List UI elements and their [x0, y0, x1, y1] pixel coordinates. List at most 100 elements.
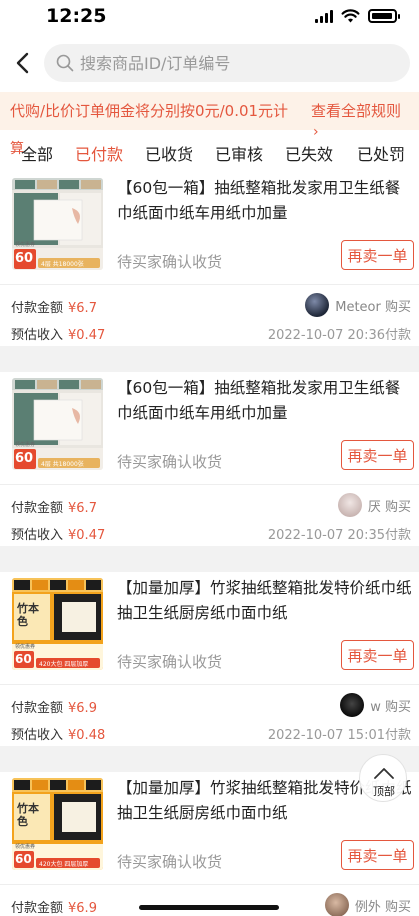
tab-invalid[interactable]: 已失效	[285, 141, 333, 165]
payment-time: 2022-10-07 15:01付款	[267, 728, 411, 743]
thumbnail-caption: 4层 共18000张	[41, 261, 84, 268]
payment-amount-row: 付款金额 ¥6.7	[11, 497, 97, 516]
thumbnail-count-badge: 60	[15, 652, 32, 666]
thumbnail-count-badge: 60	[15, 451, 34, 466]
thumbnail-tag: 领优惠券	[15, 844, 36, 850]
estimated-income-row: 预估收入 ¥0.48	[11, 724, 105, 743]
signal-icon	[315, 9, 333, 23]
order-card: 竹本色 领优惠券 60 420大包 四层加厚 【加量加厚】竹浆抽纸整箱批发特价纸…	[0, 572, 419, 746]
payment-amount-row: 付款金额 ¥6.7	[11, 297, 97, 316]
tab-paid[interactable]: 已付款	[75, 141, 123, 165]
estimated-income-row: 预估收入 ¥0.47	[11, 324, 105, 343]
buyer-name: Meteor 购买	[335, 299, 411, 315]
resell-button[interactable]: 再卖一单	[341, 240, 414, 270]
view-all-rules-link[interactable]: 查看全部规则	[311, 100, 401, 121]
status-bar: 12:25	[0, 0, 419, 34]
product-title[interactable]: 【加量加厚】竹浆抽纸整箱批发特价纸巾纸抽卫生纸厨房纸巾面巾纸	[117, 576, 413, 626]
search-input[interactable]	[80, 44, 400, 82]
divider	[0, 284, 419, 285]
chevron-left-icon	[16, 52, 29, 74]
payment-amount-label: 付款金额	[11, 501, 64, 516]
order-card: 领优惠券 60 4层 共18000张 【60包一箱】抽纸整箱批发家用卫生纸餐巾纸…	[0, 372, 419, 546]
buyer-info: 厌 购买	[337, 493, 411, 517]
tab-penalized[interactable]: 已处罚	[357, 141, 405, 165]
notice-text-continued: 算	[10, 141, 24, 157]
thumbnail-tag: 领优惠券	[15, 242, 36, 248]
estimated-income-value: ¥0.47	[68, 328, 106, 343]
thumbnail-count-badge: 60	[15, 852, 32, 866]
product-thumbnail[interactable]: 领优惠券 60 4层 共18000张	[12, 178, 103, 270]
payment-amount-label: 付款金额	[11, 901, 64, 916]
estimated-income-label: 预估收入	[11, 528, 64, 543]
thumbnail-caption: 420大包 四层加厚	[39, 861, 89, 868]
tab-all[interactable]: 全部	[21, 141, 53, 165]
divider	[0, 884, 419, 885]
buyer-name: 例外 购买	[354, 899, 411, 915]
tab-reviewed[interactable]: 已审核	[215, 141, 263, 165]
notice-chevron-right-icon[interactable]: ›	[313, 124, 319, 140]
estimated-income-label: 预估收入	[11, 728, 64, 743]
order-status: 待买家确认收货	[117, 453, 223, 471]
payment-amount-row: 付款金额 ¥6.9	[11, 897, 97, 916]
buyer-avatar	[340, 693, 365, 717]
estimated-income-value: ¥0.48	[68, 728, 106, 743]
resell-button[interactable]: 再卖一单	[341, 440, 414, 470]
back-button[interactable]	[8, 48, 38, 78]
product-thumbnail[interactable]: 领优惠券 60 4层 共18000张	[12, 378, 103, 470]
buyer-avatar	[337, 493, 362, 517]
home-indicator	[139, 905, 279, 910]
thumbnail-tag: 领优惠券	[15, 442, 36, 448]
order-tabs: 全部 已付款 已收货 已审核 已失效 已处罚	[0, 130, 419, 172]
thumbnail-caption: 420大包 四层加厚	[39, 661, 89, 668]
payment-amount-value: ¥6.9	[68, 901, 97, 916]
payment-amount-label: 付款金额	[11, 301, 64, 316]
tab-received[interactable]: 已收货	[145, 141, 193, 165]
thumbnail-brand: 竹本色	[17, 602, 39, 628]
order-status: 待买家确认收货	[117, 253, 223, 271]
status-icons	[315, 9, 400, 23]
buyer-avatar	[305, 293, 330, 317]
resell-button[interactable]: 再卖一单	[341, 640, 414, 670]
status-time: 12:25	[46, 5, 107, 27]
search-icon	[56, 54, 74, 72]
buyer-info: w 购买	[340, 693, 411, 717]
payment-time: 2022-10-07 20:35付款	[267, 528, 411, 543]
order-status: 待买家确认收货	[117, 853, 223, 871]
buyer-info: Meteor 购买	[305, 293, 411, 317]
order-status: 待买家确认收货	[117, 653, 223, 671]
battery-icon	[368, 9, 400, 23]
product-title[interactable]: 【60包一箱】抽纸整箱批发家用卫生纸餐巾纸面巾纸车用纸巾加量	[117, 376, 413, 426]
buyer-name: w 购买	[370, 699, 411, 715]
order-card: 竹本色 领优惠券 60 420大包 四层加厚 【加量加厚】竹浆抽纸整箱批发特价纸…	[0, 772, 419, 916]
buyer-avatar	[324, 893, 349, 916]
divider	[0, 484, 419, 485]
estimated-income-value: ¥0.47	[68, 528, 106, 543]
estimated-income-label: 预估收入	[11, 328, 64, 343]
top-bar	[0, 34, 419, 92]
thumbnail-caption: 4层 共18000张	[41, 461, 84, 468]
wifi-icon	[341, 9, 360, 23]
payment-time: 2022-10-07 20:36付款	[267, 328, 411, 343]
order-card: 领优惠券 60 4层 共18000张 【60包一箱】抽纸整箱批发家用卫生纸餐巾纸…	[0, 172, 419, 346]
resell-button[interactable]: 再卖一单	[341, 840, 414, 870]
thumbnail-brand: 竹本色	[17, 802, 39, 828]
buyer-name: 厌 购买	[367, 499, 411, 515]
buyer-info: 例外 购买	[324, 893, 411, 916]
product-thumbnail[interactable]: 竹本色 领优惠券 60 420大包 四层加厚	[12, 578, 103, 670]
back-to-top-button[interactable]: 顶部	[359, 754, 407, 802]
product-thumbnail[interactable]: 竹本色 领优惠券 60 420大包 四层加厚	[12, 778, 103, 870]
payment-amount-value: ¥6.7	[68, 501, 97, 516]
payment-amount-label: 付款金额	[11, 701, 64, 716]
notice-text: 代购/比价订单佣金将分别按0元/0.01元计	[10, 102, 289, 120]
search-box[interactable]	[44, 44, 410, 82]
divider	[0, 684, 419, 685]
thumbnail-tag: 领优惠券	[15, 644, 36, 650]
notice-banner: 代购/比价订单佣金将分别按0元/0.01元计 查看全部规则	[0, 92, 419, 130]
product-title[interactable]: 【60包一箱】抽纸整箱批发家用卫生纸餐巾纸面巾纸车用纸巾加量	[117, 176, 413, 226]
payment-amount-value: ¥6.7	[68, 301, 97, 316]
estimated-income-row: 预估收入 ¥0.47	[11, 524, 105, 543]
back-to-top-label: 顶部	[373, 785, 395, 798]
thumbnail-count-badge: 60	[15, 251, 34, 266]
payment-amount-row: 付款金额 ¥6.9	[11, 697, 97, 716]
payment-amount-value: ¥6.9	[68, 701, 97, 716]
